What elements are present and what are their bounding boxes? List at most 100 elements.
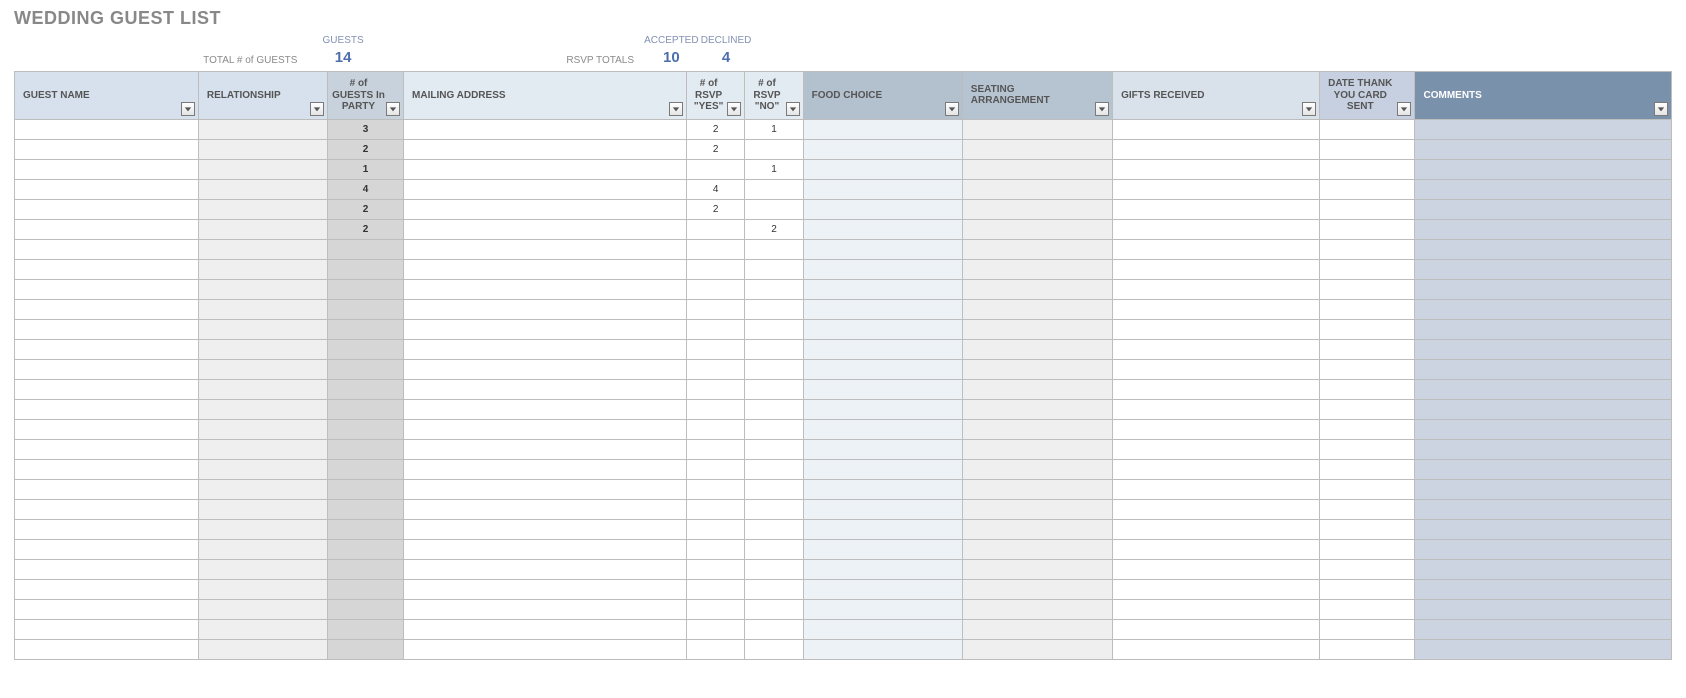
cell[interactable] — [686, 339, 744, 359]
cell[interactable] — [1113, 619, 1320, 639]
cell[interactable] — [327, 239, 403, 259]
cell[interactable] — [15, 399, 199, 419]
cell[interactable] — [198, 339, 327, 359]
cell[interactable] — [1415, 639, 1672, 659]
cell[interactable] — [404, 219, 687, 239]
cell[interactable] — [803, 159, 962, 179]
cell[interactable] — [404, 139, 687, 159]
cell[interactable] — [686, 399, 744, 419]
cell[interactable] — [1113, 439, 1320, 459]
cell[interactable] — [686, 479, 744, 499]
cell[interactable] — [803, 479, 962, 499]
cell[interactable] — [686, 439, 744, 459]
cell[interactable]: 2 — [327, 139, 403, 159]
cell[interactable] — [1415, 279, 1672, 299]
cell[interactable] — [1320, 259, 1415, 279]
cell[interactable] — [962, 299, 1112, 319]
table-row[interactable]: 22 — [15, 219, 1672, 239]
cell[interactable] — [803, 379, 962, 399]
cell[interactable] — [1320, 219, 1415, 239]
cell[interactable] — [1113, 399, 1320, 419]
cell[interactable] — [1415, 579, 1672, 599]
cell[interactable] — [404, 639, 687, 659]
table-row[interactable] — [15, 399, 1672, 419]
cell[interactable] — [962, 439, 1112, 459]
header-mailing-address[interactable]: MAILING ADDRESS — [404, 72, 687, 120]
cell[interactable] — [962, 639, 1112, 659]
cell[interactable] — [745, 599, 803, 619]
cell[interactable] — [803, 219, 962, 239]
cell[interactable] — [1415, 219, 1672, 239]
filter-icon[interactable] — [1654, 102, 1668, 116]
cell[interactable] — [1415, 539, 1672, 559]
cell[interactable] — [1113, 479, 1320, 499]
header-comments[interactable]: COMMENTS — [1415, 72, 1672, 120]
cell[interactable] — [1415, 399, 1672, 419]
cell[interactable] — [803, 519, 962, 539]
cell[interactable] — [1320, 459, 1415, 479]
cell[interactable] — [15, 539, 199, 559]
table-row[interactable]: 44 — [15, 179, 1672, 199]
cell[interactable] — [1320, 579, 1415, 599]
cell[interactable] — [745, 619, 803, 639]
cell[interactable] — [198, 219, 327, 239]
cell[interactable] — [15, 299, 199, 319]
cell[interactable] — [1113, 519, 1320, 539]
cell[interactable] — [1415, 559, 1672, 579]
header-gifts[interactable]: GIFTS RECEIVED — [1113, 72, 1320, 120]
table-row[interactable] — [15, 279, 1672, 299]
table-row[interactable] — [15, 599, 1672, 619]
cell[interactable] — [327, 559, 403, 579]
cell[interactable] — [803, 119, 962, 139]
cell[interactable] — [803, 319, 962, 339]
cell[interactable] — [404, 179, 687, 199]
cell[interactable] — [15, 119, 199, 139]
table-row[interactable] — [15, 479, 1672, 499]
cell[interactable] — [327, 639, 403, 659]
cell[interactable] — [1320, 339, 1415, 359]
cell[interactable] — [198, 639, 327, 659]
header-num-in-party[interactable]: # of GUESTS In PARTY — [327, 72, 403, 120]
cell[interactable] — [15, 459, 199, 479]
cell[interactable] — [745, 259, 803, 279]
cell[interactable] — [803, 419, 962, 439]
cell[interactable] — [686, 459, 744, 479]
cell[interactable] — [198, 319, 327, 339]
cell[interactable] — [745, 419, 803, 439]
cell[interactable] — [1113, 419, 1320, 439]
cell[interactable] — [198, 119, 327, 139]
cell[interactable] — [327, 399, 403, 419]
cell[interactable] — [1320, 159, 1415, 179]
cell[interactable] — [1113, 599, 1320, 619]
table-row[interactable] — [15, 639, 1672, 659]
table-row[interactable] — [15, 559, 1672, 579]
cell[interactable] — [745, 239, 803, 259]
cell[interactable] — [962, 459, 1112, 479]
cell[interactable] — [803, 599, 962, 619]
cell[interactable] — [15, 579, 199, 599]
table-row[interactable] — [15, 579, 1672, 599]
cell[interactable] — [745, 559, 803, 579]
table-row[interactable] — [15, 259, 1672, 279]
cell[interactable] — [1415, 499, 1672, 519]
cell[interactable] — [198, 279, 327, 299]
cell[interactable] — [198, 539, 327, 559]
table-row[interactable] — [15, 359, 1672, 379]
cell[interactable]: 4 — [327, 179, 403, 199]
cell[interactable] — [686, 259, 744, 279]
cell[interactable] — [198, 499, 327, 519]
cell[interactable] — [404, 419, 687, 439]
filter-icon[interactable] — [1095, 102, 1109, 116]
cell[interactable] — [404, 319, 687, 339]
cell[interactable] — [404, 359, 687, 379]
cell[interactable] — [745, 359, 803, 379]
cell[interactable] — [15, 419, 199, 439]
cell[interactable] — [803, 459, 962, 479]
cell[interactable] — [404, 339, 687, 359]
cell[interactable] — [404, 299, 687, 319]
cell[interactable] — [404, 439, 687, 459]
cell[interactable] — [962, 619, 1112, 639]
cell[interactable] — [327, 459, 403, 479]
cell[interactable] — [327, 539, 403, 559]
filter-icon[interactable] — [669, 102, 683, 116]
